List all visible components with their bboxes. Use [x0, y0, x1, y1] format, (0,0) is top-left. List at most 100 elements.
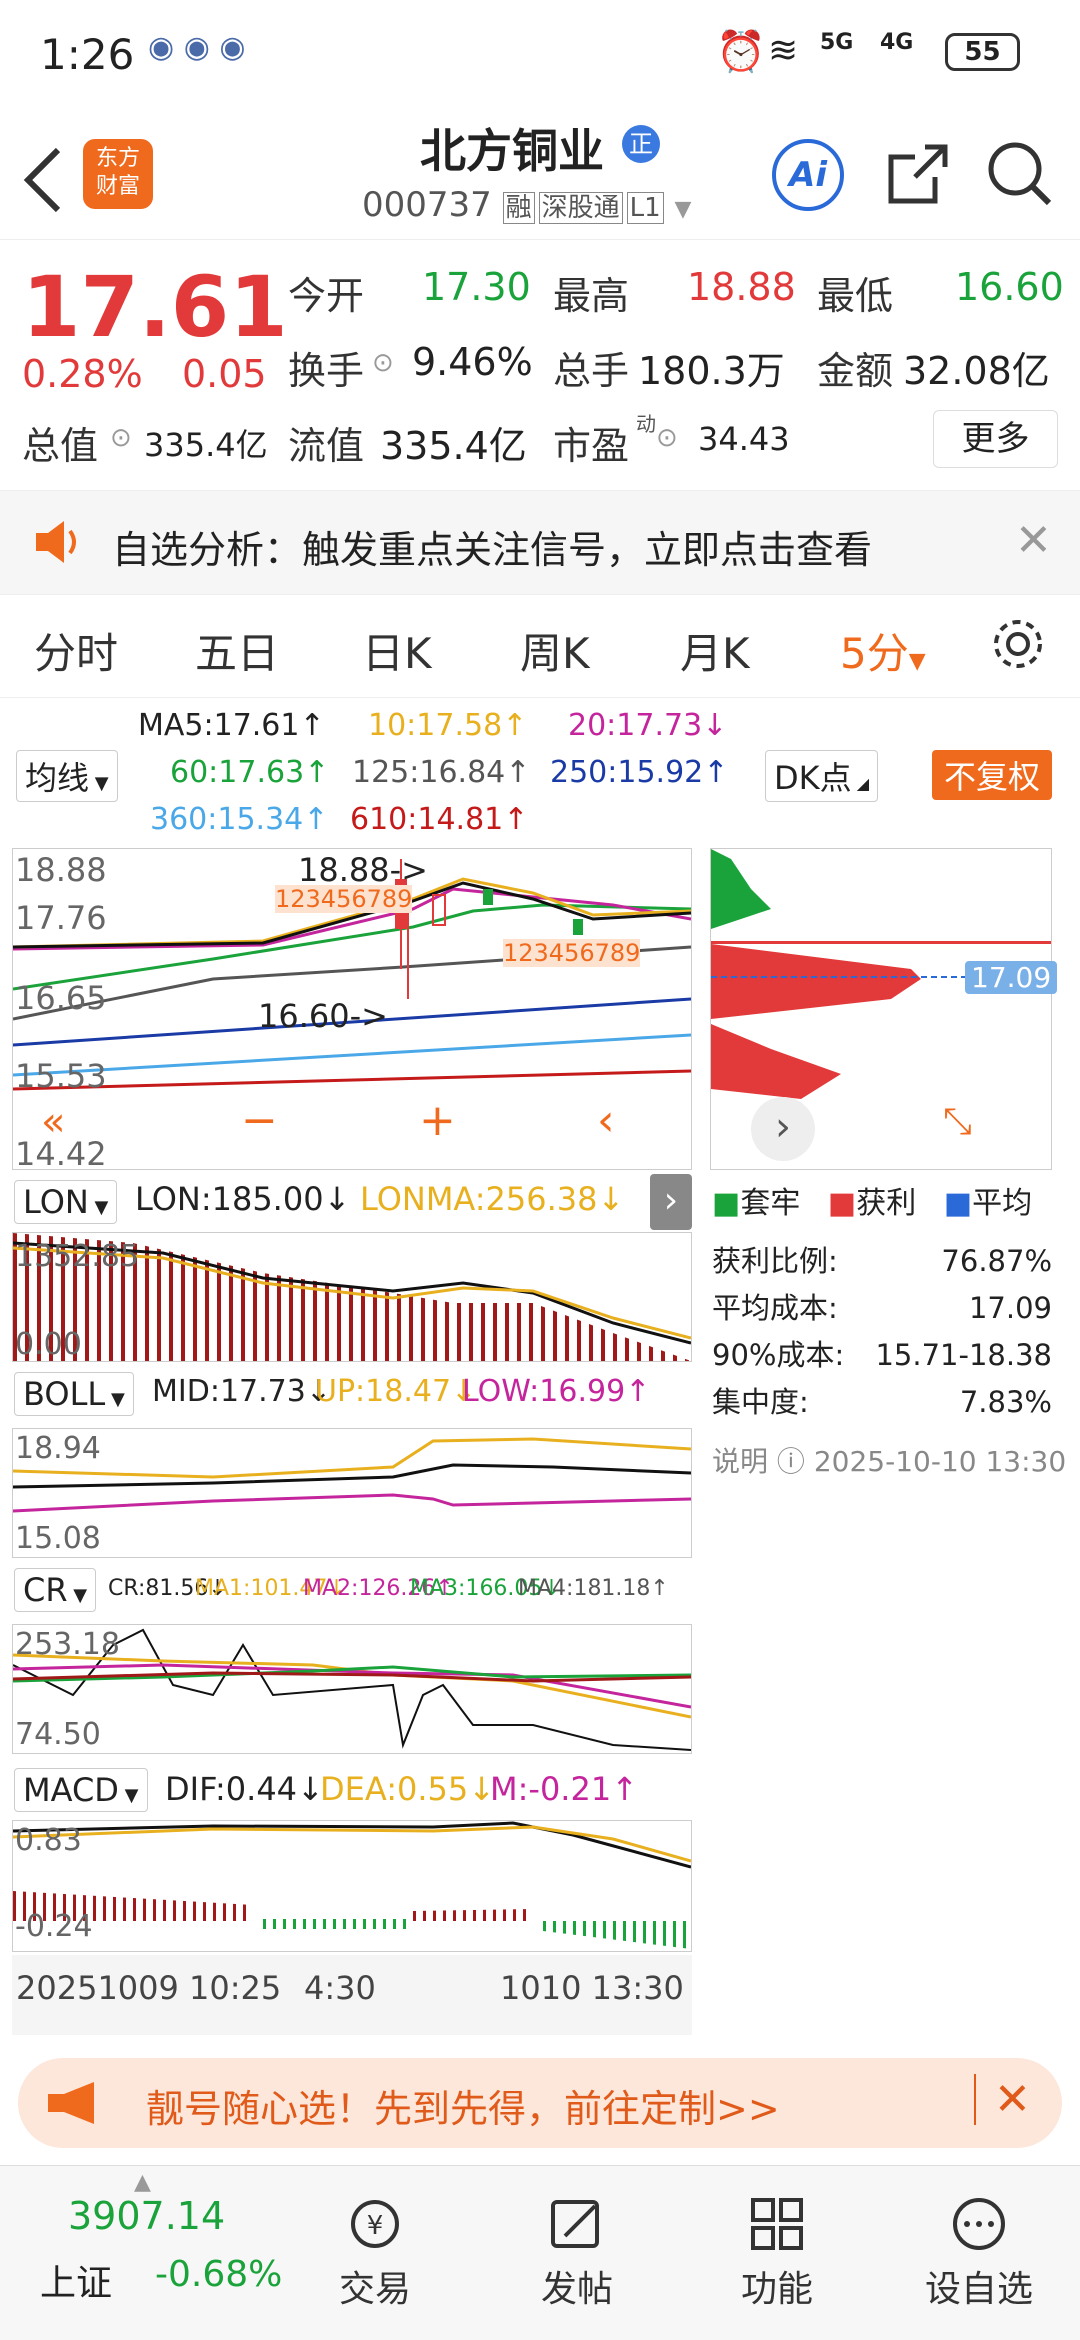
change-amount: 0.05: [182, 352, 267, 396]
macd-m: M:-0.21↑: [490, 1770, 638, 1808]
signal-5g-icon: 5G: [820, 30, 854, 55]
boll-selector[interactable]: BOLL ▼: [14, 1372, 134, 1416]
pe-superscript: 动: [636, 412, 656, 436]
chip-stat-row: 获利比例: 76.87%: [712, 1244, 1052, 1278]
index-value[interactable]: 3907.14: [68, 2194, 225, 2238]
macd-selector[interactable]: MACD ▼: [14, 1768, 148, 1812]
more-button[interactable]: 更多: [933, 410, 1058, 468]
nav-functions[interactable]: 功能: [702, 2196, 852, 2312]
macd-lines: [13, 1821, 691, 1949]
index-name[interactable]: 上证: [40, 2254, 112, 2306]
td-sequence-up: 123456789: [275, 885, 413, 913]
bottom-nav: ▲ 3907.14 上证 -0.68% ¥ 交易 发帖 功能 设自选: [0, 2165, 1080, 2340]
cr-ma4: MA4:181.18↑: [518, 1576, 669, 1601]
info-icon[interactable]: ⊙: [110, 423, 132, 453]
status-bar: 1:26 ◉ ◉ ◉ ⏰ ≋ 5G 4G 55: [0, 0, 1080, 105]
high-value: 18.88: [687, 265, 796, 309]
change-percent: 0.28%: [22, 352, 143, 396]
y-label: 74.50: [15, 1717, 101, 1752]
cr-selector[interactable]: CR ▼: [14, 1568, 97, 1612]
low-label: 最低: [817, 274, 894, 318]
chevron-up-icon[interactable]: ▲: [134, 2170, 151, 2195]
ai-button[interactable]: Ai: [772, 139, 844, 211]
analysis-banner[interactable]: 自选分析：触发重点关注信号，立即点击查看 ✕: [0, 490, 1080, 595]
caret-down-icon: ▼: [89, 773, 109, 794]
expand-icon[interactable]: ⤡: [943, 1101, 972, 1143]
info-icon[interactable]: ⊙: [656, 423, 678, 453]
info-icon[interactable]: ⊙: [372, 348, 394, 378]
y-label: 0.00: [15, 1327, 82, 1362]
index-change[interactable]: -0.68%: [155, 2254, 282, 2295]
boll-mid: MID:17.73↓: [152, 1374, 331, 1409]
legend-profit: 获利: [856, 1186, 917, 1221]
zoom-in-icon[interactable]: +: [419, 1095, 456, 1146]
adjust-button[interactable]: 不复权: [932, 750, 1053, 800]
close-icon[interactable]: ✕: [974, 2074, 1031, 2125]
y-label: 18.94: [15, 1431, 101, 1466]
stock-code-row: 000737 融深股通 L1 ▼: [362, 185, 691, 225]
back-arrow-icon[interactable]: ‹: [597, 1095, 615, 1146]
ma20-label: 20:17.73↓: [568, 708, 728, 743]
time-label-mid: 4:30: [304, 1969, 376, 2007]
verified-badge: 正: [622, 125, 660, 163]
ma-selector[interactable]: 均线 ▼: [16, 750, 118, 802]
y-label: 0.83: [15, 1823, 82, 1858]
tag-connect: 深股通: [538, 192, 623, 224]
amount-value: 32.08亿: [903, 349, 1050, 393]
signal-4g-icon: 4G: [880, 30, 914, 55]
grid-icon: [751, 2198, 803, 2250]
boll-low: LOW:16.99↑: [462, 1374, 651, 1409]
banner-text: 自选分析：触发重点关注信号，立即点击查看: [112, 528, 873, 572]
nav-add-watchlist[interactable]: 设自选: [904, 2196, 1054, 2312]
boll-lines: [13, 1437, 691, 1513]
kline-chart[interactable]: 18.88 17.76 16.65 15.53 14.42 18.88-> 16…: [12, 848, 692, 1173]
tab-5min[interactable]: 5分▼: [840, 620, 926, 681]
ma-legend: MA5:17.61↑ 10:17.58↑ 20:17.73↓ 均线 ▼ 60:1…: [0, 700, 1080, 840]
boll-up: UP:18.47↓: [315, 1374, 477, 1409]
alarm-icon: ⏰: [716, 29, 766, 75]
notification-icon: ◉ ◉ ◉: [148, 30, 246, 65]
panel-expand-icon[interactable]: ›: [650, 1174, 692, 1230]
lon-selector[interactable]: LON ▼: [14, 1180, 118, 1224]
stock-code: 000737: [362, 185, 492, 225]
dk-button[interactable]: DK点 ◢: [765, 750, 879, 802]
mktcap-label: 总值: [22, 424, 99, 468]
close-icon[interactable]: ✕: [1015, 515, 1052, 566]
turnover-label: 换手: [288, 349, 365, 393]
nav-trade[interactable]: ¥ 交易: [300, 2196, 450, 2312]
search-icon[interactable]: [985, 139, 1055, 209]
rewind-icon[interactable]: «: [41, 1099, 65, 1145]
edit-icon: [551, 2200, 599, 2248]
tab-intraday[interactable]: 分时: [34, 620, 118, 681]
y-label: 15.08: [15, 1521, 101, 1556]
lon-value: LON:185.00↓: [135, 1180, 351, 1218]
caret-down-icon: ▼: [908, 649, 926, 674]
tab-five-day[interactable]: 五日: [195, 620, 279, 681]
high-annotation: 18.88->: [298, 851, 428, 889]
battery-icon: 55: [945, 33, 1020, 71]
chip-legend: ■套牢 ■获利 ■平均: [712, 1186, 1033, 1221]
chip-note[interactable]: 说明 ⓘ 2025-10-10 13:30: [712, 1440, 1066, 1480]
low-value: 16.60: [955, 265, 1064, 309]
promo-banner[interactable]: 靓号随心选！先到先得，前往定制>> ✕: [18, 2058, 1062, 2148]
nav-post[interactable]: 发帖: [502, 2196, 652, 2312]
legend-average: 平均: [972, 1186, 1033, 1221]
ma10-label: 10:17.58↑: [368, 708, 528, 743]
legend-trapped: 套牢: [740, 1186, 801, 1221]
volume-value: 180.3万: [638, 349, 785, 393]
stock-header: 东方 财富 北方铜业 正 000737 融深股通 L1 ▼ Ai: [0, 105, 1080, 240]
tab-month-k[interactable]: 月K: [680, 620, 750, 681]
amount-label: 金额: [817, 349, 894, 393]
ma125-label: 125:16.84↑: [352, 755, 531, 790]
tab-day-k[interactable]: 日K: [362, 620, 432, 681]
chevron-down-icon[interactable]: ▼: [674, 197, 691, 222]
lonma-value: LONMA:256.38↓: [360, 1180, 625, 1218]
next-icon[interactable]: ›: [751, 1097, 815, 1161]
app-logo[interactable]: 东方 财富: [83, 139, 153, 209]
tab-week-k[interactable]: 周K: [520, 620, 590, 681]
share-icon[interactable]: [885, 141, 951, 207]
pe-label: 市盈: [553, 424, 630, 468]
settings-gear-icon[interactable]: [990, 616, 1046, 672]
zoom-out-icon[interactable]: −: [241, 1095, 278, 1146]
back-icon[interactable]: [20, 145, 65, 215]
